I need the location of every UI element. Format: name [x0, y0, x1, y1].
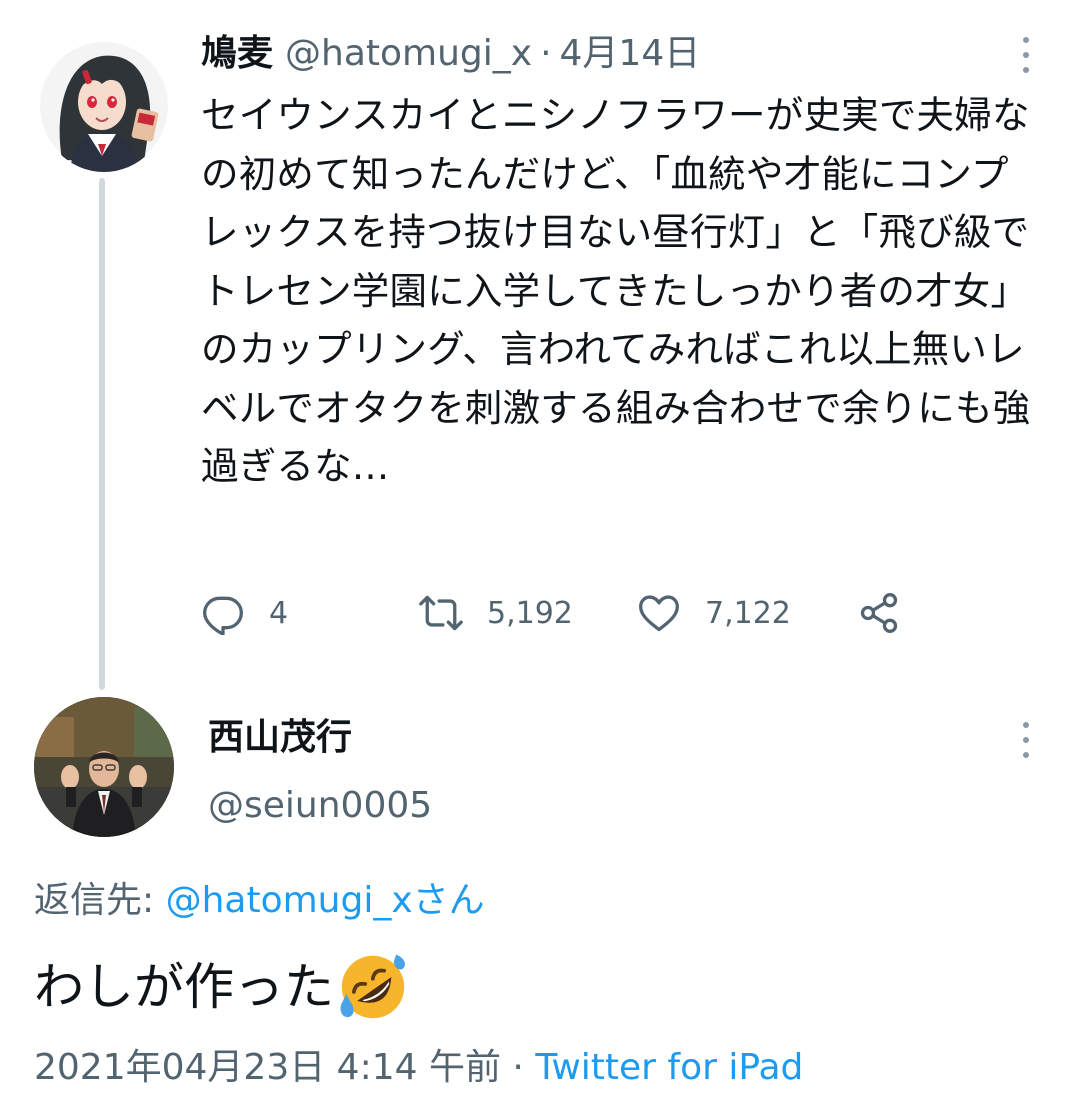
parent-tweet-actions: 4 5,192 7,122 [201, 585, 961, 641]
reply-display-name[interactable]: 西山茂行 [208, 710, 352, 766]
retweet-button[interactable]: 5,192 [419, 585, 573, 641]
man-waving-avatar-icon [34, 697, 174, 837]
parent-handle[interactable]: @hatomugi_x [285, 26, 532, 82]
reply-icon [203, 596, 243, 635]
share-button[interactable] [857, 585, 901, 641]
reply-button[interactable]: 4 [201, 585, 288, 641]
share-icon [860, 593, 898, 633]
rolling-on-the-floor-laughing-emoji-icon [336, 950, 410, 1024]
source-link[interactable]: Twitter for iPad [535, 1047, 803, 1088]
retweet-count: 5,192 [487, 595, 573, 631]
thread-connector-line [99, 178, 105, 690]
replying-to-suffix: さん [412, 880, 485, 921]
reply-tweet-text-line: わしが作った [34, 950, 410, 1024]
parent-more-options-icon[interactable] [1020, 37, 1032, 73]
replying-to-line: 返信先: @hatomugi_xさん [34, 873, 485, 929]
parent-tweet-text: セイウンスカイとニシノフラワーが史実で夫婦なの初めて知ったんだけど、「血統や才能… [201, 93, 1031, 488]
reply-tweet-text: わしが作った [34, 958, 334, 1016]
reply-handle[interactable]: @seiun0005 [208, 778, 432, 834]
like-button[interactable]: 7,122 [637, 585, 791, 641]
reply-count: 4 [269, 595, 289, 631]
parent-display-name[interactable]: 鳩麦 [201, 26, 273, 82]
reply-avatar[interactable] [34, 697, 174, 837]
parent-tweet-header: 鳩麦 @hatomugi_x · 4月14日 [201, 26, 700, 82]
like-count: 7,122 [705, 595, 791, 631]
retweet-icon [419, 595, 463, 631]
meta-separator: · [500, 1047, 536, 1088]
reply-more-options-icon[interactable] [1020, 722, 1032, 758]
parent-avatar[interactable] [40, 40, 168, 172]
anime-girl-avatar-icon [40, 42, 168, 172]
parent-date[interactable]: 4月14日 [560, 26, 701, 82]
heart-icon [639, 595, 679, 632]
header-separator: · [540, 33, 552, 74]
reply-meta-line: 2021年04月23日 4:14 午前 · Twitter for iPad [34, 1040, 803, 1096]
replying-to-handle-link[interactable]: @hatomugi_xさん [166, 880, 485, 921]
replying-to-handle: @hatomugi_x [165, 880, 413, 921]
reply-timestamp[interactable]: 2021年04月23日 4:14 午前 [34, 1047, 501, 1088]
replying-to-label: 返信先: [34, 880, 166, 921]
